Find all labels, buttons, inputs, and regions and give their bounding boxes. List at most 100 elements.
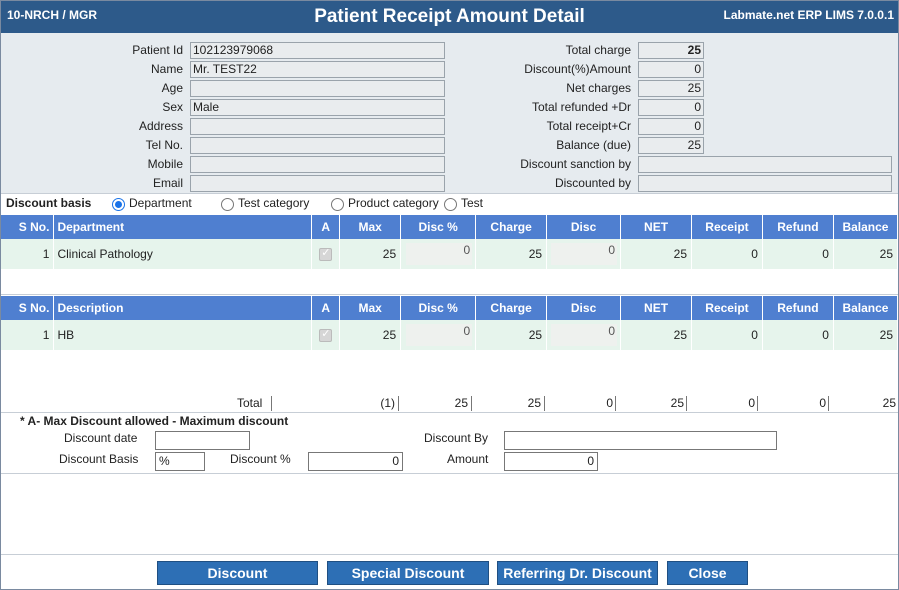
col-a[interactable]: A <box>311 215 341 239</box>
cell-net: 25 <box>620 239 692 269</box>
discount-sanction-field[interactable] <box>638 156 892 173</box>
total-receipt-field[interactable]: 0 <box>638 118 704 135</box>
radio-test-category-label: Test category <box>238 196 310 210</box>
row-checkbox[interactable] <box>319 246 333 262</box>
discount-by-input[interactable] <box>504 431 777 450</box>
col-receipt[interactable]: Receipt <box>691 296 763 320</box>
balance-field[interactable]: 25 <box>638 137 704 154</box>
sex-field[interactable]: Male <box>190 99 445 116</box>
balance-label: Balance (due) <box>556 138 631 152</box>
col-max[interactable]: Max <box>339 215 402 239</box>
col-a[interactable]: A <box>311 296 341 320</box>
mobile-field[interactable] <box>190 156 445 173</box>
total-refunded-label: Total refunded +Dr <box>531 100 631 114</box>
discounted-by-field[interactable] <box>638 175 892 192</box>
age-field[interactable] <box>190 80 445 97</box>
totals-refund: 0 <box>757 396 828 411</box>
title-bar: 10-NRCH / MGR Patient Receipt Amount Det… <box>1 1 898 33</box>
disc-pct-input[interactable]: 0 <box>406 324 473 346</box>
cell-balance: 25 <box>833 320 899 350</box>
tel-field[interactable] <box>190 137 445 154</box>
cell-a <box>311 320 341 350</box>
cell-charge: 25 <box>475 239 548 269</box>
button-bar: Discount Special Discount Referring Dr. … <box>1 554 898 590</box>
col-disc-pct[interactable]: Disc % <box>400 215 477 239</box>
department-header-row: S No. Department A Max Disc % Charge Dis… <box>1 215 899 239</box>
table-row[interactable]: 1 HB 25 0 25 0 25 0 0 25 <box>1 320 899 350</box>
receipt-window: 10-NRCH / MGR Patient Receipt Amount Det… <box>0 0 899 590</box>
name-field[interactable]: Mr. TEST22 <box>190 61 445 78</box>
radio-department-label: Department <box>129 196 192 210</box>
cell-refund: 0 <box>762 239 834 269</box>
address-field[interactable] <box>190 118 445 135</box>
tel-label: Tel No. <box>145 138 183 152</box>
discount-pct-input[interactable]: 0 <box>308 452 403 471</box>
disc-input[interactable]: 0 <box>551 324 618 346</box>
patient-id-field[interactable]: 102123979068 <box>190 42 445 59</box>
col-disc[interactable]: Disc <box>546 215 622 239</box>
total-charge-field[interactable]: 25 <box>638 42 704 59</box>
radio-department[interactable] <box>112 198 125 211</box>
net-charges-field[interactable]: 25 <box>638 80 704 97</box>
col-description[interactable]: Description <box>53 296 313 320</box>
address-label: Address <box>138 119 183 133</box>
cell-receipt: 0 <box>691 320 763 350</box>
close-button[interactable]: Close <box>667 561 748 585</box>
total-charge-label: Total charge <box>565 43 631 57</box>
totals-net: 25 <box>615 396 686 411</box>
cell-max: 25 <box>339 320 402 350</box>
discount-amount-label: Discount(%)Amount <box>524 62 631 76</box>
cell-balance: 25 <box>833 239 899 269</box>
special-discount-button[interactable]: Special Discount <box>327 561 489 585</box>
col-disc-pct[interactable]: Disc % <box>400 296 477 320</box>
disc-input[interactable]: 0 <box>551 243 618 265</box>
discount-date-input[interactable] <box>155 431 250 450</box>
totals-balance: 25 <box>828 396 898 411</box>
col-department[interactable]: Department <box>53 215 313 239</box>
test-table: S No. Description A Max Disc % Charge Di… <box>1 296 899 350</box>
referring-dr-discount-button[interactable]: Referring Dr. Discount <box>497 561 658 585</box>
totals-receipt: 0 <box>686 396 757 411</box>
col-sno[interactable]: S No. <box>1 296 55 320</box>
discount-basis-form-label: Discount Basis <box>59 452 139 466</box>
totals-disc: 0 <box>544 396 615 411</box>
table-row[interactable]: 1 Clinical Pathology 25 0 25 0 25 0 0 25 <box>1 239 899 269</box>
radio-test-category[interactable] <box>221 198 234 211</box>
discount-button[interactable]: Discount <box>157 561 318 585</box>
section-divider <box>1 294 898 295</box>
col-sno[interactable]: S No. <box>1 215 55 239</box>
discount-basis-label: Discount basis <box>6 196 92 210</box>
cell-a <box>311 239 341 269</box>
discount-basis-input[interactable]: % <box>155 452 205 471</box>
col-net[interactable]: NET <box>620 296 692 320</box>
col-net[interactable]: NET <box>620 215 692 239</box>
cell-disc: 0 <box>546 320 622 350</box>
col-balance[interactable]: Balance <box>833 215 899 239</box>
email-field[interactable] <box>190 175 445 192</box>
col-refund[interactable]: Refund <box>762 296 834 320</box>
radio-test[interactable] <box>444 198 457 211</box>
cell-receipt: 0 <box>691 239 763 269</box>
row-checkbox[interactable] <box>319 327 333 343</box>
department-table: S No. Department A Max Disc % Charge Dis… <box>1 215 899 269</box>
discount-amount-field[interactable]: 0 <box>638 61 704 78</box>
name-label: Name <box>150 62 183 76</box>
radio-product-category[interactable] <box>331 198 344 211</box>
email-label: Email <box>152 176 183 190</box>
col-charge[interactable]: Charge <box>475 296 548 320</box>
amount-label: Amount <box>447 452 489 466</box>
col-refund[interactable]: Refund <box>762 215 834 239</box>
cell-department: Clinical Pathology <box>53 239 313 269</box>
cell-disc: 0 <box>546 239 622 269</box>
amount-input[interactable]: 0 <box>504 452 598 471</box>
total-refunded-field[interactable]: 0 <box>638 99 704 116</box>
col-disc[interactable]: Disc <box>546 296 622 320</box>
col-charge[interactable]: Charge <box>475 215 548 239</box>
col-max[interactable]: Max <box>339 296 402 320</box>
col-balance[interactable]: Balance <box>833 296 899 320</box>
cell-description: HB <box>53 320 313 350</box>
sex-label: Sex <box>162 100 183 114</box>
totals-count: (1) <box>271 396 397 411</box>
disc-pct-input[interactable]: 0 <box>406 243 473 265</box>
col-receipt[interactable]: Receipt <box>691 215 763 239</box>
